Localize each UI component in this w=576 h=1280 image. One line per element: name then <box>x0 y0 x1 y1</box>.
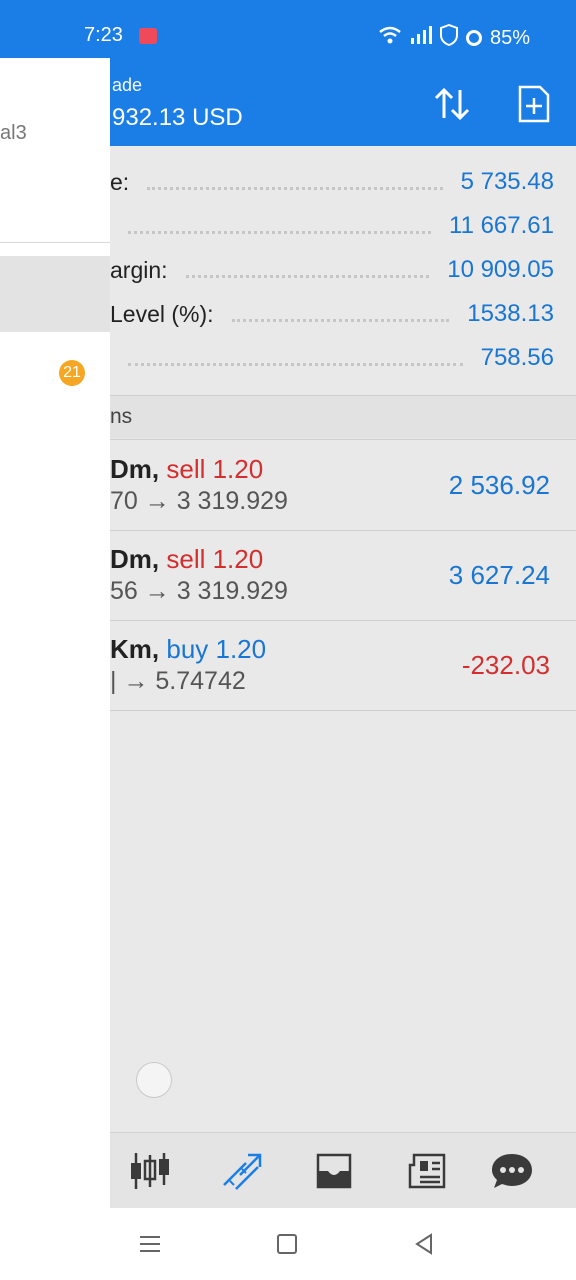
new-order-icon[interactable] <box>512 82 556 126</box>
account-row: 758.56 <box>110 336 554 380</box>
news-icon[interactable] <box>402 1147 450 1195</box>
position-symbol: Dm, <box>110 544 160 574</box>
trade-icon[interactable] <box>218 1147 266 1195</box>
account-row: 11 667.61 <box>110 204 554 248</box>
balance-title: 932.13 USD <box>112 104 243 131</box>
position-profit: -232.03 <box>461 650 550 680</box>
quotes-icon[interactable] <box>126 1147 174 1195</box>
divider <box>110 710 576 711</box>
battery-level: 85% <box>489 26 530 49</box>
position-row[interactable]: Dm, sell 1.20 56 → 3 319.929 3 627.24 <box>110 532 576 620</box>
battery-icon <box>465 30 482 46</box>
positions-header: ns <box>110 396 576 438</box>
position-prices: 56 → 3 319.929 <box>110 577 288 605</box>
app-bar-subtitle: ade <box>112 75 143 95</box>
position-profit: 2 536.92 <box>448 470 550 500</box>
shield-icon <box>439 23 458 52</box>
drawer-item-selected[interactable] <box>0 256 110 332</box>
account-row-value: 758.56 <box>480 344 554 371</box>
status-icons: 85% <box>378 23 530 52</box>
account-row-label: e: <box>110 168 130 195</box>
position-side: sell 1.20 <box>166 454 264 484</box>
system-nav-bar <box>0 1208 576 1280</box>
drawer-account-label: al3 <box>0 122 27 144</box>
floating-handle[interactable] <box>136 1062 172 1098</box>
back-icon[interactable] <box>410 1230 438 1258</box>
account-row-value: 10 909.05 <box>447 256 554 283</box>
divider <box>0 242 110 243</box>
account-row-value: 1538.13 <box>467 300 554 327</box>
position-row[interactable]: Km, buy 1.20 | → 5.74742 -232.03 <box>110 622 576 710</box>
position-side: sell 1.20 <box>166 544 264 574</box>
account-row: Level (%): 1538.13 <box>110 292 554 336</box>
account-row-value: 5 735.48 <box>460 168 554 195</box>
account-row-label: argin: <box>110 256 168 283</box>
divider <box>110 620 576 621</box>
position-row[interactable]: Dm, sell 1.20 70 → 3 319.929 2 536.92 <box>110 442 576 530</box>
account-row: argin: 10 909.05 <box>110 248 554 292</box>
wifi-icon <box>378 25 402 51</box>
history-icon[interactable] <box>310 1147 358 1195</box>
position-profit: 3 627.24 <box>448 560 550 590</box>
position-side: buy 1.20 <box>166 634 267 664</box>
account-row: e: 5 735.48 <box>110 160 554 204</box>
status-time: 7:23 <box>84 24 123 46</box>
notification-badge: 21 <box>59 360 85 386</box>
navigation-drawer[interactable]: al3 21 <box>0 58 110 1208</box>
home-icon[interactable] <box>273 1230 301 1258</box>
screen-record-icon <box>139 28 157 44</box>
position-symbol: Dm, <box>110 454 160 484</box>
sort-icon[interactable] <box>430 82 474 126</box>
divider <box>110 530 576 531</box>
position-prices: 70 → 3 319.929 <box>110 487 288 515</box>
signal-icon <box>410 25 432 51</box>
account-row-label: Level (%): <box>110 300 214 327</box>
position-symbol: Km, <box>110 634 160 664</box>
divider <box>110 439 576 440</box>
position-prices: | → 5.74742 <box>110 667 246 695</box>
chat-icon[interactable] <box>488 1147 536 1195</box>
account-row-value: 11 667.61 <box>449 212 554 239</box>
menu-icon[interactable] <box>136 1230 164 1258</box>
